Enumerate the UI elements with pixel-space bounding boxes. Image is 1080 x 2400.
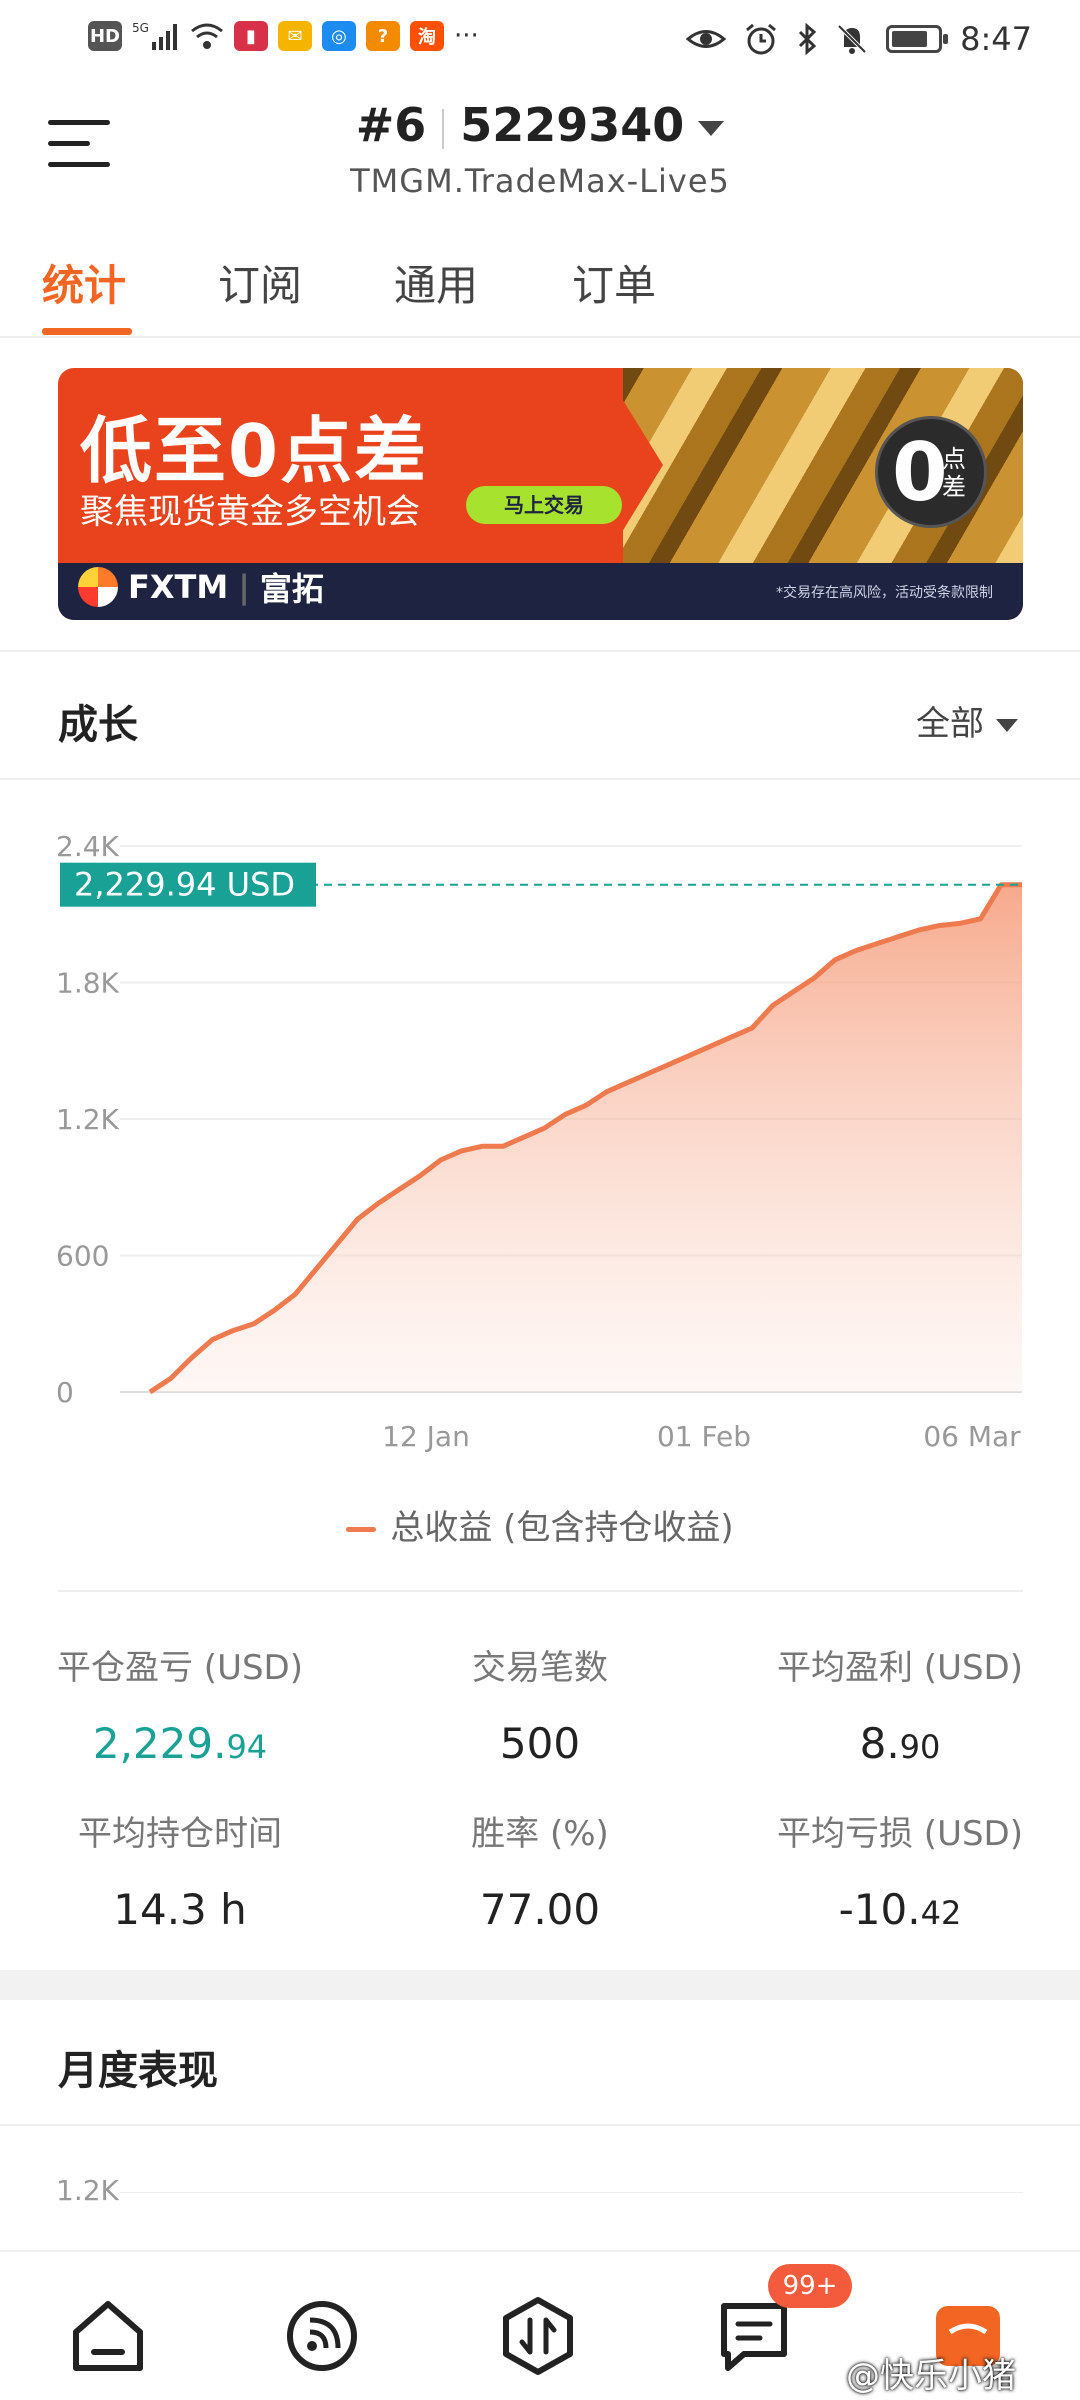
promo-banner[interactable]: 低至0点差 聚焦现货黄金多空机会 马上交易 0 点差 FXTM | 富拓 *交易… xyxy=(58,368,1023,620)
chevron-down-icon xyxy=(698,121,725,136)
notification-badge: 99+ xyxy=(768,2264,852,2308)
chevron-down-icon xyxy=(996,719,1018,732)
account-id: 5229340 xyxy=(460,98,685,152)
status-bar: HD 5G ▮ ✉ ◎ ? 淘 ··· 8:47 xyxy=(0,0,1080,80)
tab-subscribe[interactable]: 订阅 xyxy=(218,252,302,313)
growth-title: 成长 xyxy=(58,702,138,748)
growth-area xyxy=(150,884,1022,1392)
svg-text:5G: 5G xyxy=(132,21,149,35)
trade-icon[interactable] xyxy=(498,2296,578,2376)
mute-bell-icon xyxy=(837,24,867,54)
battery-icon xyxy=(886,25,949,53)
account-selector[interactable]: #6 5229340 xyxy=(0,98,1080,152)
eye-icon xyxy=(686,30,727,48)
signal-icon: 5G xyxy=(132,21,177,50)
tab-general[interactable]: 通用 xyxy=(394,252,478,313)
x-tick-label: 06 Mar xyxy=(923,1420,1021,1453)
growth-chart[interactable]: 2.4K 1.8K 1.2K 600 0 12 Jan 01 Feb 06 Mar 2,22… xyxy=(0,810,1080,1470)
banner-disclaimer: *交易存在高风险，活动受条款限制 xyxy=(776,585,993,601)
stat-win-rate: 胜率 (%) 77.00 xyxy=(471,1814,609,1934)
x-tick-label: 12 Jan xyxy=(382,1420,470,1453)
monthly-title: 月度表现 xyxy=(58,2048,218,2094)
messages-icon[interactable] xyxy=(714,2296,794,2376)
y-tick-label: 0 xyxy=(56,1376,74,1409)
active-tab-indicator xyxy=(42,328,132,335)
status-left-icons: HD 5G ▮ ✉ ◎ ? 淘 ··· xyxy=(88,20,479,52)
stat-avg-loss: 平均亏损 (USD) -10.42 xyxy=(777,1814,1023,1934)
y-tick-label: 1.2K xyxy=(56,1103,120,1136)
monthly-y-tick: 1.2K xyxy=(56,2174,119,2207)
chart-legend: 总收益 (包含持仓收益) xyxy=(0,1500,1080,1549)
stat-closed-pnl: 平仓盈亏 (USD) 2,229.94 xyxy=(57,1648,303,1768)
banner-title: 低至0点差 xyxy=(80,409,429,493)
account-number: #6 xyxy=(355,98,427,152)
tab-bar: 统计 订阅 通用 订单 xyxy=(0,240,1080,338)
fxtm-logo-icon xyxy=(78,567,118,607)
fxtm-logo: FXTM | 富拓 xyxy=(78,564,324,610)
stat-avg-hold-time: 平均持仓时间 14.3 h xyxy=(78,1814,282,1934)
y-tick-label: 2.4K xyxy=(56,830,120,863)
banner-subtitle: 聚焦现货黄金多空机会 xyxy=(80,492,420,532)
alarm-icon xyxy=(746,23,777,55)
trade-now-button[interactable]: 马上交易 xyxy=(466,486,622,524)
app-mail-icon: ✉ xyxy=(278,21,312,51)
status-right-icons: 8:47 xyxy=(686,20,1032,58)
app-header: #6 5229340 TMGM.TradeMax-Live5 xyxy=(0,90,1080,220)
taobao-icon: 淘 xyxy=(410,21,444,51)
tab-stats[interactable]: 统计 xyxy=(42,252,126,313)
bluetooth-icon xyxy=(799,23,817,55)
home-icon[interactable] xyxy=(68,2296,148,2376)
legend-swatch xyxy=(346,1527,377,1532)
app-browser-icon: ◎ xyxy=(322,21,356,51)
hd-icon: HD xyxy=(88,21,122,51)
x-tick-label: 01 Feb xyxy=(657,1420,751,1453)
range-selector[interactable]: 全部 xyxy=(916,696,1018,745)
stat-avg-profit: 平均盈利 (USD) 8.90 xyxy=(777,1648,1023,1768)
feed-icon[interactable] xyxy=(282,2296,362,2376)
more-dots-icon: ··· xyxy=(454,21,479,51)
y-tick-label: 600 xyxy=(56,1240,109,1273)
current-value-label: 2,229.94 USD xyxy=(74,866,295,904)
stat-trade-count: 交易笔数 500 xyxy=(472,1648,608,1768)
server-name: TMGM.TradeMax-Live5 xyxy=(350,162,730,200)
tab-orders[interactable]: 订单 xyxy=(572,252,656,313)
y-tick-label: 1.8K xyxy=(56,967,120,1000)
app-q-icon: ? xyxy=(366,21,400,51)
wifi-icon xyxy=(191,23,223,49)
zero-spread-badge: 0 点差 xyxy=(875,416,987,528)
watermark: @快乐小猪 xyxy=(846,2356,1016,2396)
app-book-icon: ▮ xyxy=(234,21,268,51)
clock: 8:47 xyxy=(960,20,1032,58)
